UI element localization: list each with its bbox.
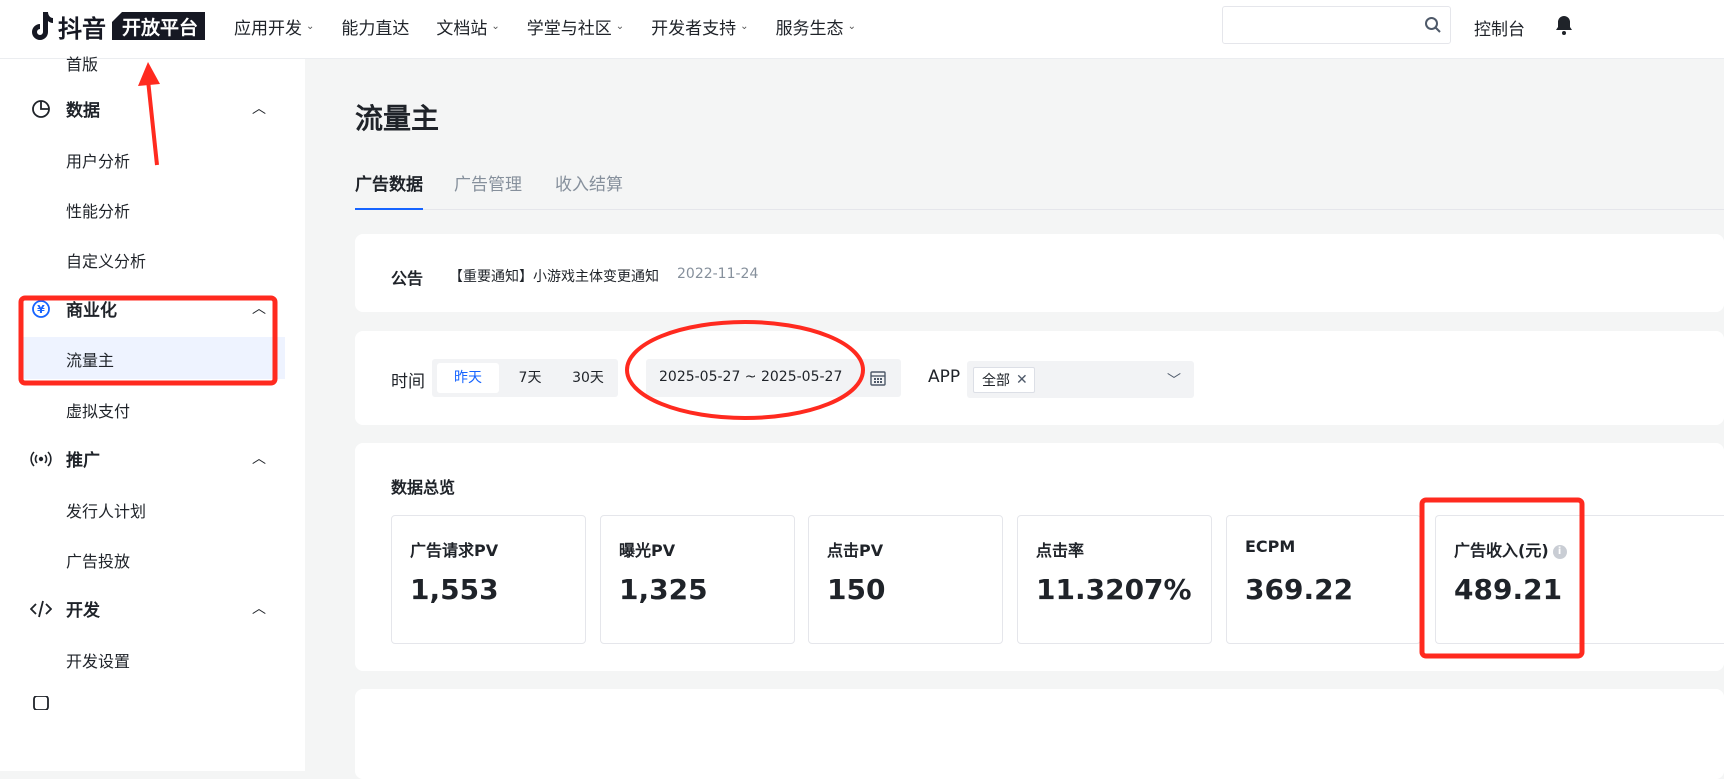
tab-ad-management[interactable]: 广告管理 (454, 170, 522, 195)
tab-ad-data[interactable]: 广告数据 (355, 170, 423, 195)
sidebar-item-publisher-plan[interactable]: 发行人计划 (66, 498, 146, 522)
nav-app-dev[interactable]: 应用开发 ⌄ (234, 14, 314, 39)
metric-card: 点击率 11.3207% (1017, 515, 1212, 644)
sidebar-item-partial[interactable]: 首版 (66, 53, 98, 75)
nav-ecosystem[interactable]: 服务生态 ⌄ (776, 14, 856, 39)
preset-yesterday-button[interactable]: 昨天 (437, 363, 499, 393)
broadcast-icon (30, 448, 52, 470)
info-icon[interactable]: i (1552, 544, 1567, 559)
bell-icon[interactable] (1554, 14, 1574, 36)
chevron-down-icon: ⌄ (615, 20, 625, 32)
sidebar-item-user-analysis[interactable]: 用户分析 (66, 148, 130, 172)
metric-card: 广告请求PV 1,553 (391, 515, 586, 644)
close-icon[interactable]: ✕ (1016, 372, 1028, 388)
chevron-down-icon: ⌄ (491, 20, 500, 32)
time-label: 时间 (391, 372, 425, 392)
metric-value: 1,553 (410, 573, 499, 606)
tab-active-indicator (355, 208, 423, 210)
chevron-up-icon[interactable]: ︿ (252, 448, 266, 468)
preset-30d-button[interactable]: 30天 (560, 363, 616, 393)
sidebar-group-promotion[interactable]: 推广 (30, 446, 100, 471)
tiktok-note-icon (32, 12, 53, 40)
logo-text: 抖音 (58, 14, 106, 43)
date-range-value: 2025-05-27 ~ 2025-05-27 (659, 369, 843, 385)
metric-card: 点击PV 150 (808, 515, 1003, 644)
notice-date: 2022-11-24 (677, 266, 759, 282)
next-card (355, 689, 1724, 779)
svg-text:¥: ¥ (37, 303, 45, 316)
main-content: 流量主 广告数据 广告管理 收入结算 公告 【重要通知】小游戏主体变更通知 20… (305, 59, 1724, 779)
app-select[interactable]: 全部 ✕ ﹀ (967, 361, 1194, 398)
preset-7d-button[interactable]: 7天 (502, 363, 558, 393)
sidebar-item-traffic-master[interactable]: 流量主 (66, 347, 114, 371)
chevron-down-icon: ⌄ (306, 20, 315, 32)
app-label: APP (928, 367, 961, 387)
chevron-up-icon[interactable]: ︿ (252, 598, 266, 618)
time-preset-segment: 昨天 7天 30天 (432, 359, 618, 397)
metric-label: 广告请求PV (410, 541, 499, 560)
search-icon[interactable] (1424, 16, 1442, 34)
sidebar-group-data[interactable]: 数据 (30, 96, 100, 121)
sidebar-item-virtual-payment[interactable]: 虚拟支付 (66, 398, 130, 422)
filter-card: 时间 昨天 7天 30天 2025-05-27 ~ 2025-05-27 APP… (355, 331, 1724, 425)
chevron-up-icon[interactable]: ︿ (252, 98, 266, 118)
calendar-icon[interactable] (869, 369, 887, 387)
sidebar-group-monetization[interactable]: ¥ 商业化 (30, 296, 117, 321)
chevron-down-icon: ⌄ (847, 20, 856, 32)
logo-badge: 开放平台 (112, 12, 206, 40)
notice-card: 公告 【重要通知】小游戏主体变更通知 2022-11-24 (355, 234, 1724, 312)
sidebar-active-highlight (22, 337, 285, 379)
metric-card: ECPM 369.22 (1226, 515, 1421, 644)
nav-capabilities[interactable]: 能力直达 (341, 14, 409, 39)
yuan-coin-icon: ¥ (30, 298, 52, 320)
metric-value: 1,325 (619, 573, 708, 606)
chevron-down-icon[interactable]: ﹀ (1167, 370, 1181, 390)
settings-icon (30, 696, 52, 710)
sidebar: 首版 数据 ︿ 用户分析 性能分析 自定义分析 ¥ 商业化 ︿ 流量主 虚拟支付… (0, 55, 305, 771)
tab-income-settlement[interactable]: 收入结算 (555, 170, 623, 195)
nav-docs[interactable]: 文档站 ⌄ (436, 14, 499, 39)
logo[interactable]: 抖音 开放平台 (30, 10, 206, 43)
code-icon (30, 598, 52, 620)
metric-card: 广告收入(元) i 489.21 (1435, 515, 1724, 644)
app-tag: 全部 ✕ (973, 367, 1035, 393)
sidebar-group-development[interactable]: 开发 (30, 596, 100, 621)
page-title: 流量主 (355, 102, 440, 135)
metric-value: 11.3207% (1036, 573, 1192, 606)
metric-label: 广告收入(元) i (1454, 537, 1567, 561)
nav-academy[interactable]: 学堂与社区 ⌄ (527, 14, 624, 39)
sidebar-item-performance[interactable]: 性能分析 (66, 198, 130, 222)
notice-label: 公告 (391, 269, 424, 288)
top-navbar: 抖音 开放平台 应用开发 ⌄ 能力直达 文档站 ⌄ 学堂与社区 ⌄ 开发者支持 ⌄ 服务… (0, 0, 1724, 59)
console-link[interactable]: 控制台 (1474, 15, 1525, 40)
overview-title: 数据总览 (391, 478, 456, 497)
sidebar-item-dev-settings[interactable]: 开发设置 (66, 648, 130, 672)
metric-value: 369.22 (1245, 573, 1354, 606)
notice-link[interactable]: 【重要通知】小游戏主体变更通知 (449, 266, 659, 286)
metric-value: 150 (827, 573, 886, 606)
metric-label: ECPM (1245, 537, 1296, 556)
tab-bar: 广告数据 广告管理 收入结算 (355, 164, 1724, 210)
metric-label: 曝光PV (619, 541, 676, 560)
search-input[interactable] (1222, 6, 1451, 44)
nav-support[interactable]: 开发者支持 ⌄ (651, 14, 748, 39)
metric-card: 曝光PV 1,325 (600, 515, 795, 644)
metric-label: 点击PV (827, 541, 884, 560)
chevron-down-icon: ⌄ (740, 20, 749, 32)
date-range-picker[interactable]: 2025-05-27 ~ 2025-05-27 (646, 359, 901, 397)
overview-card: 数据总览 广告请求PV 1,553 曝光PV 1,325 点击PV 150 点击… (355, 443, 1724, 671)
sidebar-item-custom-analysis[interactable]: 自定义分析 (66, 248, 146, 272)
pie-chart-icon (30, 98, 52, 120)
sidebar-item-ad-placement[interactable]: 广告投放 (66, 548, 130, 572)
main-nav: 应用开发 ⌄ 能力直达 文档站 ⌄ 学堂与社区 ⌄ 开发者支持 ⌄ 服务生态 ⌄ (234, 0, 883, 52)
chevron-up-icon[interactable]: ︿ (252, 298, 266, 318)
metric-label: 点击率 (1036, 541, 1085, 560)
sidebar-group-partial[interactable] (30, 696, 66, 710)
metric-value: 489.21 (1454, 573, 1563, 606)
